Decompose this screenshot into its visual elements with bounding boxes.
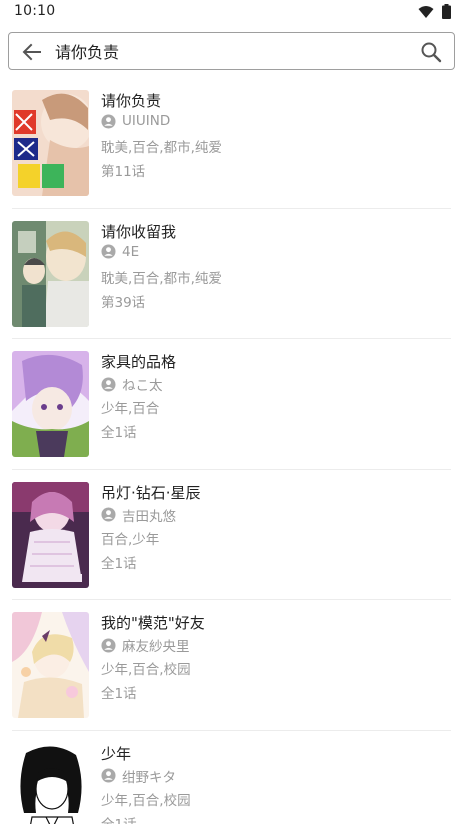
wifi-icon	[418, 5, 434, 18]
list-item[interactable]: 吊灯·钻石·星辰 吉田丸悠 百合,少年 全1话	[0, 470, 463, 600]
author-icon	[101, 637, 116, 653]
cover-image	[12, 481, 89, 588]
cover-image	[12, 220, 89, 327]
item-tags: 少年,百合,校园	[101, 792, 191, 809]
author-name: 绀野キタ	[122, 769, 176, 786]
item-title: 请你负责	[101, 92, 162, 110]
result-list: 请你负责 UIUIND 耽美,百合,都市,纯爱 第11话 请你收留我 4E 耽美…	[0, 78, 463, 824]
author-row: 吉田丸悠	[101, 505, 176, 525]
author-row: UIUIND	[101, 113, 170, 129]
cover-image	[12, 351, 89, 457]
author-name: ねこ太	[122, 378, 163, 394]
author-icon	[101, 376, 116, 392]
author-row: ねこ太	[101, 374, 163, 394]
item-tags: 耽美,百合,都市,纯爱	[101, 140, 222, 156]
item-chapters: 全1话	[101, 555, 137, 572]
search-bar	[8, 32, 455, 70]
item-chapters: 全1话	[101, 425, 137, 441]
cover-image	[12, 742, 89, 824]
battery-icon	[442, 4, 451, 19]
item-title: 我的"模范"好友	[101, 614, 205, 632]
item-chapters: 全1话	[101, 686, 137, 702]
list-item[interactable]: 家具的品格 ねこ太 少年,百合 全1话	[0, 339, 463, 470]
author-name: 麻友紗央里	[122, 639, 190, 655]
back-arrow-icon[interactable]	[19, 39, 45, 65]
item-title: 请你收留我	[101, 222, 177, 241]
item-tags: 耽美,百合,都市,纯爱	[101, 270, 222, 287]
item-tags: 少年,百合	[101, 401, 160, 417]
item-chapters: 第39话	[101, 294, 146, 311]
author-icon	[101, 113, 116, 129]
item-chapters: 第11话	[101, 164, 146, 180]
status-time: 10:10	[14, 3, 56, 19]
cover-image	[12, 90, 89, 196]
author-name: 吉田丸悠	[122, 508, 176, 525]
author-icon	[101, 768, 116, 783]
item-title: 家具的品格	[101, 353, 177, 371]
status-bar: 10:10	[0, 0, 463, 24]
list-item[interactable]: 我的"模范"好友 麻友紗央里 少年,百合,校园 全1话	[0, 600, 463, 731]
author-name: UIUIND	[122, 113, 171, 129]
status-icons	[418, 4, 451, 19]
author-row: 4E	[101, 244, 139, 260]
item-title: 吊灯·钻石·星辰	[101, 483, 201, 502]
cover-image	[12, 612, 89, 718]
item-tags: 少年,百合,校园	[101, 662, 191, 678]
item-title: 少年	[101, 744, 132, 763]
search-input[interactable]	[55, 37, 405, 65]
author-icon	[101, 507, 116, 522]
search-icon[interactable]	[418, 39, 444, 65]
author-name: 4E	[122, 243, 140, 260]
author-row: 麻友紗央里	[101, 635, 190, 655]
item-chapters: 全1话	[101, 813, 137, 824]
list-item[interactable]: 少年 绀野キタ 少年,百合,校园 全1话	[0, 731, 463, 824]
author-row: 绀野キタ	[101, 766, 176, 786]
author-icon	[101, 244, 116, 259]
item-tags: 百合,少年	[101, 531, 160, 548]
list-item[interactable]: 请你收留我 4E 耽美,百合,都市,纯爱 第39话	[0, 209, 463, 339]
list-item[interactable]: 请你负责 UIUIND 耽美,百合,都市,纯爱 第11话	[0, 78, 463, 209]
